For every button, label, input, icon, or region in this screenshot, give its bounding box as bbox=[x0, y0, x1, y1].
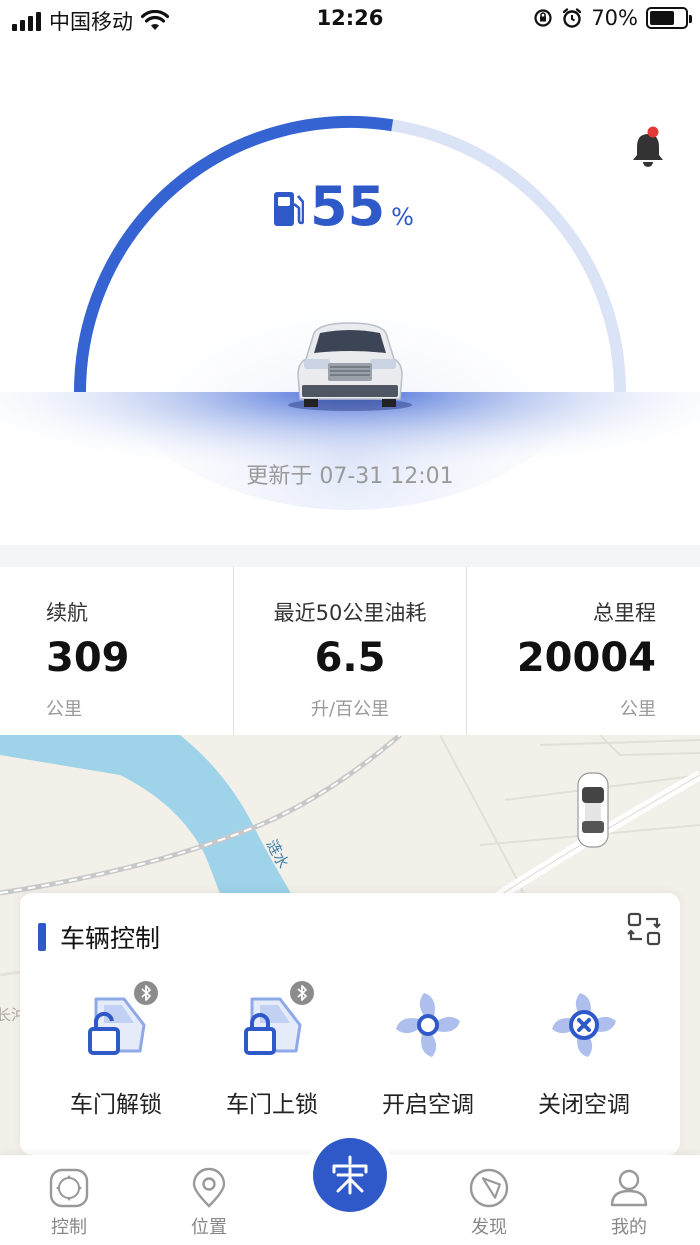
status-bar: 中国移动 12:26 70% bbox=[0, 0, 700, 40]
stat-label: 续航 bbox=[46, 601, 88, 625]
bottom-tab-bar: 控制 位置 发现 我的 bbox=[0, 1130, 700, 1245]
tab-label: 发现 bbox=[471, 1217, 507, 1238]
notification-bell-icon[interactable] bbox=[628, 126, 668, 170]
stat-odometer[interactable]: 总里程 20004 公里 bbox=[466, 567, 700, 735]
last-updated-time: 07-31 12:01 bbox=[319, 464, 454, 489]
tab-label: 我的 bbox=[611, 1217, 647, 1238]
ac-on-button[interactable]: 开启空调 bbox=[350, 985, 506, 1119]
fuel-percent-unit: % bbox=[391, 203, 414, 231]
bluetooth-icon bbox=[290, 981, 314, 1005]
stat-label: 总里程 bbox=[593, 601, 657, 625]
tab-control[interactable]: 控制 bbox=[19, 1155, 119, 1245]
location-pin-icon bbox=[192, 1167, 226, 1208]
stat-unit: 升/百公里 bbox=[310, 699, 390, 720]
stat-value: 20004 bbox=[516, 635, 657, 681]
fuel-level-display: 55 % bbox=[272, 180, 414, 234]
control-buttons: 车门解锁 车门上锁 开启空调 关闭空调 bbox=[20, 981, 680, 1119]
tab-label: 控制 bbox=[51, 1217, 87, 1238]
control-label: 车门上锁 bbox=[226, 1092, 318, 1118]
last-updated-prefix: 更新于 bbox=[246, 464, 313, 489]
stat-label: 最近50公里油耗 bbox=[273, 601, 427, 625]
brand-home-button[interactable] bbox=[313, 1138, 387, 1212]
fuel-hero: 55 % 更新于 07-31 12:01 bbox=[0, 40, 700, 545]
tab-label: 位置 bbox=[191, 1217, 227, 1238]
alarm-icon bbox=[563, 8, 582, 28]
control-label: 车门解锁 bbox=[70, 1092, 162, 1118]
stat-value: 309 bbox=[46, 635, 130, 681]
door-unlock-button[interactable]: 车门解锁 bbox=[38, 981, 194, 1119]
stat-unit: 公里 bbox=[620, 699, 657, 720]
battery-icon bbox=[646, 7, 692, 29]
tab-discover[interactable]: 发现 bbox=[439, 1155, 539, 1245]
tab-mine[interactable]: 我的 bbox=[579, 1155, 679, 1245]
card-title: 车辆控制 bbox=[60, 924, 161, 953]
fuel-percent-value: 55 bbox=[310, 175, 386, 238]
car-location-marker[interactable] bbox=[577, 772, 609, 848]
stat-value: 6.5 bbox=[314, 635, 386, 681]
battery-level bbox=[650, 11, 674, 25]
bluetooth-icon bbox=[134, 981, 158, 1005]
stat-unit: 公里 bbox=[46, 699, 82, 720]
switch-layout-icon[interactable] bbox=[626, 911, 662, 947]
brand-logo-icon bbox=[332, 1155, 368, 1195]
fan-off-icon bbox=[552, 993, 616, 1057]
last-updated: 更新于 07-31 12:01 bbox=[0, 458, 700, 490]
tab-home-center[interactable] bbox=[305, 1130, 395, 1220]
fan-on-icon bbox=[396, 993, 460, 1057]
app-screen: 中国移动 12:26 70% 55 % 更新于 07-31 12:01 续航 3… bbox=[0, 0, 700, 1245]
user-icon bbox=[610, 1169, 648, 1207]
vehicle-control-card: 车辆控制 车门解锁 车门上锁 开启空调 关闭空调 bbox=[20, 893, 680, 1155]
stats-panel: 续航 309 公里 最近50公里油耗 6.5 升/百公里 总里程 20004 公… bbox=[0, 567, 700, 735]
section-divider bbox=[0, 545, 700, 567]
rotation-lock-icon bbox=[534, 9, 552, 27]
control-icon bbox=[49, 1168, 89, 1208]
stat-fuel-consumption[interactable]: 最近50公里油耗 6.5 升/百公里 bbox=[232, 567, 467, 735]
control-label: 开启空调 bbox=[382, 1092, 474, 1118]
ac-off-button[interactable]: 关闭空调 bbox=[506, 985, 662, 1119]
title-accent-bar bbox=[38, 923, 46, 951]
compass-icon bbox=[469, 1168, 509, 1208]
fuel-pump-icon bbox=[274, 192, 304, 226]
control-label: 关闭空调 bbox=[538, 1092, 630, 1118]
stat-range[interactable]: 续航 309 公里 bbox=[0, 567, 233, 735]
door-lock-button[interactable]: 车门上锁 bbox=[194, 981, 350, 1119]
battery-percent: 70% bbox=[591, 6, 638, 30]
tab-location[interactable]: 位置 bbox=[159, 1155, 259, 1245]
